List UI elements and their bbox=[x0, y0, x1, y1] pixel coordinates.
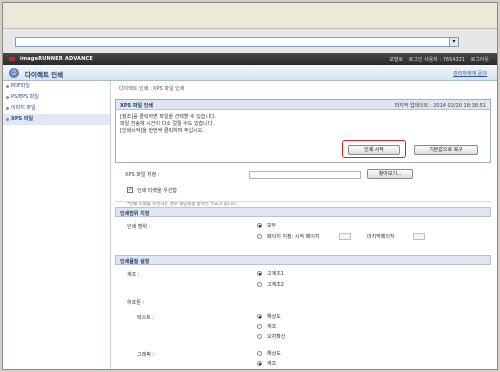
range-section-header: 인쇄범위 지정 bbox=[115, 207, 491, 217]
ticket-priority-label: 인쇄 티켓을 우선함 bbox=[137, 188, 177, 194]
quality-section-header: 인쇄품질 설정 bbox=[115, 255, 491, 265]
graphic-gradation-radio[interactable] bbox=[257, 361, 262, 366]
tone-1-label: 고계조1 bbox=[267, 271, 284, 277]
print-icon: ⎙ bbox=[9, 68, 19, 78]
restore-default-button[interactable]: 기본값으로 복구 bbox=[414, 145, 478, 155]
graphic-label: 그래픽 : bbox=[137, 352, 155, 358]
text-resolution-label: 해상도 bbox=[267, 314, 281, 320]
range-pages-label: 페이지 지정: 시작 페이지 bbox=[267, 234, 320, 240]
text-diffusion-radio[interactable] bbox=[257, 334, 262, 339]
range-pages-radio[interactable] bbox=[257, 234, 262, 239]
brand-logo-icon bbox=[9, 57, 15, 61]
top-links: 포털로 로그인 사용자 : 7654321 로그아웃 bbox=[385, 56, 489, 63]
sidebar-item-pdf[interactable]: PDF파일 bbox=[3, 81, 110, 92]
address-bar[interactable]: ▾ bbox=[15, 37, 459, 47]
panel-header: XPS 파일 인쇄 마지막 업데이트 : 2014 02/20 18:38:51 bbox=[116, 100, 490, 110]
xps-print-panel: XPS 파일 인쇄 마지막 업데이트 : 2014 02/20 18:38:51… bbox=[115, 99, 491, 163]
quality-section-title: 인쇄품질 설정 bbox=[120, 259, 150, 265]
browser-window: ▾ imageRUNNER ADVANCE 포털로 로그인 사용자 : 7654… bbox=[2, 2, 498, 370]
range-section-title: 인쇄범위 지정 bbox=[120, 211, 150, 217]
graphic-resolution-radio[interactable] bbox=[257, 351, 262, 356]
text-gradation-radio[interactable] bbox=[257, 324, 262, 329]
notice-line-3: [인쇄시작]을 한번씩 클릭하여 주십시오. bbox=[120, 128, 204, 134]
tone-2-label: 고계조2 bbox=[267, 282, 284, 288]
ticket-priority-checkbox[interactable]: ✓ bbox=[127, 187, 133, 193]
browser-top-bar bbox=[3, 3, 497, 29]
breadcrumb: 다이렉트 인쇄 : XPS 파일 인쇄 bbox=[119, 86, 185, 92]
range-all-radio[interactable] bbox=[257, 223, 262, 228]
page-title: 다이렉트 인쇄 bbox=[25, 71, 64, 79]
page-title-bar: ⎙ 다이렉트 인쇄 관리자에게 문의 bbox=[3, 65, 497, 81]
graphic-resolution-label: 해상도 bbox=[267, 351, 281, 357]
portal-link[interactable]: 포털로 bbox=[389, 57, 403, 63]
notice-line-1: [참조]를 클릭하면 파일을 선택할 수 있습니다. bbox=[120, 114, 217, 120]
range-label: 인쇄 범위 : bbox=[127, 224, 151, 230]
logout-link[interactable]: 로그아웃 bbox=[471, 57, 489, 63]
sidebar-item-image[interactable]: 이미지 파일 bbox=[3, 103, 110, 114]
sidebar: PDF파일 PS/EPS 파일 이미지 파일 XPS 파일 bbox=[3, 81, 111, 369]
browse-button[interactable]: 찾아보기... bbox=[367, 169, 413, 179]
tone-2-radio[interactable] bbox=[257, 282, 262, 287]
text-gradation-label: 계조 bbox=[267, 324, 277, 330]
main-content: 다이렉트 인쇄 : XPS 파일 인쇄 XPS 파일 인쇄 마지막 업데이트 :… bbox=[115, 81, 491, 369]
sidebar-item-ps-eps[interactable]: PS/EPS 파일 bbox=[3, 92, 110, 103]
last-updated: 마지막 업데이트 : 2014 02/20 18:38:51 bbox=[394, 103, 486, 109]
admin-contact-link[interactable]: 관리자에게 문의 bbox=[453, 70, 487, 77]
graphic-gradation-label: 계조 bbox=[267, 361, 277, 367]
tone-label: 계조 : bbox=[127, 272, 140, 278]
sidebar-item-xps[interactable]: XPS 파일 bbox=[3, 114, 110, 125]
app-window: imageRUNNER ADVANCE 포털로 로그인 사용자 : 765432… bbox=[3, 53, 497, 369]
start-print-button[interactable]: 인쇄 시작 bbox=[348, 145, 400, 155]
chevron-down-icon[interactable]: ▾ bbox=[449, 37, 459, 47]
notice-text: [참조]를 클릭하면 파일을 선택할 수 있습니다. 파일 전송에 시간이 다소… bbox=[120, 114, 480, 135]
range-all-label: 모두 bbox=[267, 223, 277, 229]
text-resolution-radio[interactable] bbox=[257, 314, 262, 319]
halftone-label: 하프톤 : bbox=[127, 300, 145, 306]
brand-logo: imageRUNNER ADVANCE bbox=[9, 56, 93, 62]
end-page-input[interactable] bbox=[413, 233, 425, 240]
file-label: XPS 파일 지정 : bbox=[125, 172, 160, 178]
text-diffusion-label: 오차확산 bbox=[267, 334, 286, 340]
divider bbox=[115, 201, 491, 202]
file-path-input[interactable] bbox=[249, 171, 361, 179]
end-page-label: 마지막페이지 bbox=[367, 234, 395, 240]
tone-1-radio[interactable] bbox=[257, 271, 262, 276]
start-page-input[interactable] bbox=[339, 233, 351, 240]
notice-line-2: 파일 전송에 시간이 다소 걸릴 수도 있습니다. bbox=[120, 121, 214, 127]
brand-bar: imageRUNNER ADVANCE 포털로 로그인 사용자 : 765432… bbox=[3, 53, 497, 65]
login-user: 로그인 사용자 : 7654321 bbox=[408, 57, 465, 63]
panel-title: XPS 파일 인쇄 bbox=[120, 103, 154, 109]
text-label: 텍스트 : bbox=[137, 315, 155, 321]
